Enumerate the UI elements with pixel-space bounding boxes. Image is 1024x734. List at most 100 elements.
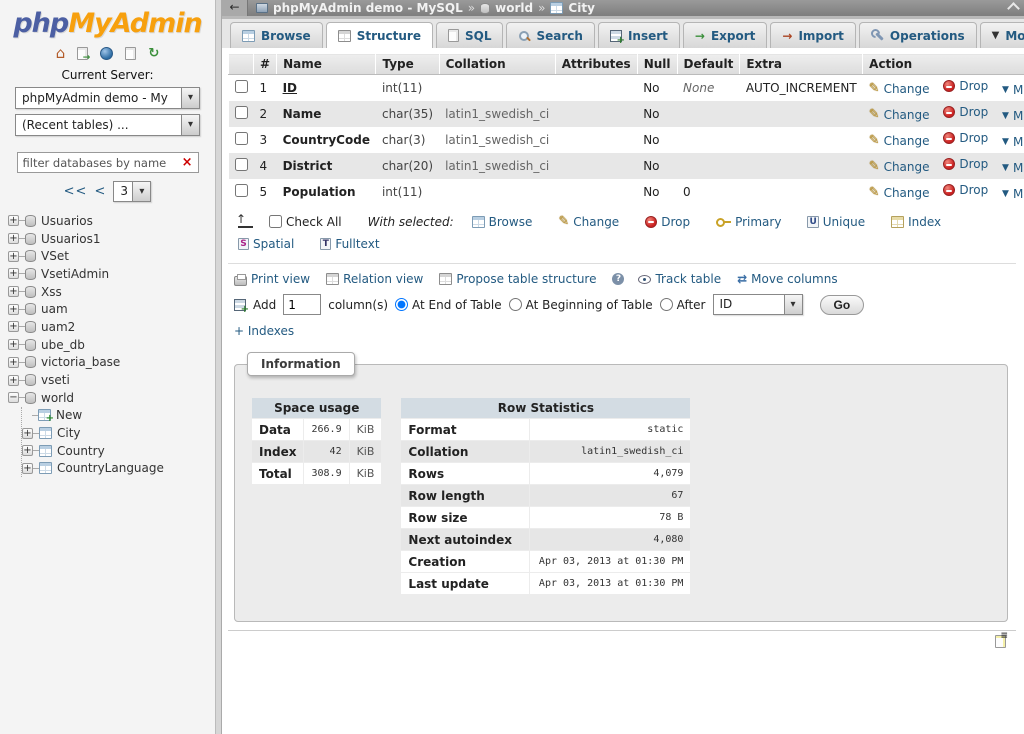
sidebar-item-vsetiadmin[interactable]: + VsetiAdmin	[8, 265, 215, 283]
go-button[interactable]: Go	[820, 295, 865, 315]
selected-unique-link[interactable]: UUnique	[807, 215, 865, 229]
sidebar-item-world[interactable]: − world	[8, 389, 215, 407]
tab-search[interactable]: Search	[506, 22, 594, 48]
drop-link[interactable]: Drop	[943, 183, 988, 197]
selected-primary-link[interactable]: Primary	[716, 215, 781, 229]
tab-insert[interactable]: Insert	[598, 22, 680, 48]
option-at-end[interactable]: At End of Table	[395, 298, 502, 312]
server-select[interactable]: phpMyAdmin demo - My	[15, 87, 200, 109]
drop-link[interactable]: Drop	[943, 131, 988, 145]
row-checkbox[interactable]	[235, 80, 248, 93]
selected-change-link[interactable]: ✎Change	[558, 214, 619, 229]
phpmyadmin-docs-icon[interactable]	[100, 47, 113, 60]
collapse-icon[interactable]: −	[8, 392, 19, 403]
expand-icon[interactable]: +	[8, 251, 19, 262]
collapse-top-icon[interactable]	[1009, 0, 1018, 16]
sidebar-item-usuarios1[interactable]: + Usuarios1	[8, 230, 215, 248]
tab-import[interactable]: → Import	[770, 22, 856, 48]
expand-icon[interactable]: +	[8, 286, 19, 297]
reload-navigation-icon[interactable]: ↻	[148, 47, 159, 60]
relation-view-link[interactable]: Relation view	[326, 272, 423, 286]
more-link[interactable]: ▼More	[1002, 187, 1024, 201]
expand-icon[interactable]: +	[8, 375, 19, 386]
logout-icon[interactable]: →	[77, 47, 88, 60]
filter-databases-input[interactable]	[23, 156, 173, 170]
change-link[interactable]: ✎Change	[869, 159, 930, 174]
row-checkbox[interactable]	[235, 132, 248, 145]
sidebar-item-ube-db[interactable]: + ube_db	[8, 336, 215, 354]
check-all-checkbox[interactable]	[269, 215, 282, 228]
breadcrumb-table[interactable]: City	[568, 1, 594, 15]
at-beginning-radio[interactable]	[509, 298, 522, 311]
after-column-select[interactable]: ID	[713, 294, 803, 315]
change-link[interactable]: ✎Change	[869, 81, 930, 96]
row-checkbox[interactable]	[235, 184, 248, 197]
page-back-link[interactable]: <	[94, 184, 106, 199]
sidebar-item-vset[interactable]: + VSet	[8, 247, 215, 265]
propose-table-structure-link[interactable]: Propose table structure	[439, 272, 596, 286]
sidebar-item-new-table[interactable]: New	[32, 407, 215, 425]
tab-more[interactable]: ▼ More	[980, 22, 1024, 48]
expand-icon[interactable]: +	[8, 339, 19, 350]
print-view-link[interactable]: Print view	[234, 272, 310, 286]
indexes-toggle-link[interactable]: + Indexes	[234, 324, 294, 338]
sidebar-item-victoria-base[interactable]: + victoria_base	[8, 354, 215, 372]
drop-link[interactable]: Drop	[943, 79, 988, 93]
recent-tables-select[interactable]: (Recent tables) ...	[15, 114, 200, 136]
add-column-count-input[interactable]	[283, 294, 321, 315]
tab-export[interactable]: → Export	[683, 22, 768, 48]
option-after[interactable]: After	[660, 298, 706, 312]
row-checkbox[interactable]	[235, 158, 248, 171]
row-checkbox[interactable]	[235, 106, 248, 119]
selected-fulltext-link[interactable]: TFulltext	[320, 237, 379, 251]
track-table-link[interactable]: Track table	[638, 272, 721, 286]
page-number-select[interactable]: 3	[113, 181, 151, 202]
more-link[interactable]: ▼More	[1002, 109, 1024, 123]
drop-link[interactable]: Drop	[943, 157, 988, 171]
sidebar-resize-handle[interactable]	[215, 0, 222, 734]
move-columns-link[interactable]: ⇄Move columns	[737, 272, 837, 286]
back-button[interactable]: ←	[222, 0, 248, 16]
selected-index-link[interactable]: Index	[891, 215, 941, 229]
sidebar-item-xss[interactable]: + Xss	[8, 283, 215, 301]
expand-icon[interactable]: +	[8, 268, 19, 279]
expand-icon[interactable]: +	[8, 233, 19, 244]
tab-browse[interactable]: Browse	[230, 22, 323, 48]
drop-link[interactable]: Drop	[943, 105, 988, 119]
at-end-radio[interactable]	[395, 298, 408, 311]
clear-filter-icon[interactable]: ×	[182, 155, 193, 170]
expand-icon[interactable]: +	[8, 357, 19, 368]
more-link[interactable]: ▼More	[1002, 83, 1024, 97]
help-icon[interactable]: ?	[612, 273, 624, 285]
expand-icon[interactable]: +	[22, 445, 33, 456]
tab-operations[interactable]: Operations	[859, 22, 977, 48]
sidebar-item-city[interactable]: + City	[22, 424, 215, 442]
tab-sql[interactable]: SQL	[436, 22, 504, 48]
after-radio[interactable]	[660, 298, 673, 311]
change-link[interactable]: ✎Change	[869, 185, 930, 200]
sidebar-item-uam[interactable]: + uam	[8, 300, 215, 318]
home-icon[interactable]: ⌂	[56, 46, 66, 60]
selected-drop-link[interactable]: Drop	[645, 215, 690, 229]
sidebar-item-uam2[interactable]: + uam2	[8, 318, 215, 336]
expand-icon[interactable]: +	[8, 321, 19, 332]
expand-icon[interactable]: +	[8, 215, 19, 226]
selected-browse-link[interactable]: Browse	[472, 215, 533, 229]
sidebar-item-country[interactable]: + Country	[22, 442, 215, 460]
open-new-window-icon[interactable]: ≡	[995, 635, 1006, 648]
breadcrumb-server[interactable]: phpMyAdmin demo - MySQL	[273, 1, 463, 15]
more-link[interactable]: ▼More	[1002, 161, 1024, 175]
check-all[interactable]: Check All	[269, 215, 342, 229]
mysql-docs-icon[interactable]	[125, 47, 136, 60]
expand-icon[interactable]: +	[22, 463, 33, 474]
selected-spatial-link[interactable]: SSpatial	[238, 237, 294, 251]
phpmyadmin-logo[interactable]: phpMyAdmin	[0, 8, 215, 39]
sidebar-item-vseti[interactable]: + vseti	[8, 371, 215, 389]
change-link[interactable]: ✎Change	[869, 133, 930, 148]
breadcrumb-database[interactable]: world	[495, 1, 533, 15]
more-link[interactable]: ▼More	[1002, 135, 1024, 149]
tab-structure[interactable]: Structure	[326, 22, 433, 48]
page-fast-back-link[interactable]: <<	[64, 184, 88, 199]
sidebar-item-usuarios[interactable]: + Usuarios	[8, 212, 215, 230]
change-link[interactable]: ✎Change	[869, 107, 930, 122]
